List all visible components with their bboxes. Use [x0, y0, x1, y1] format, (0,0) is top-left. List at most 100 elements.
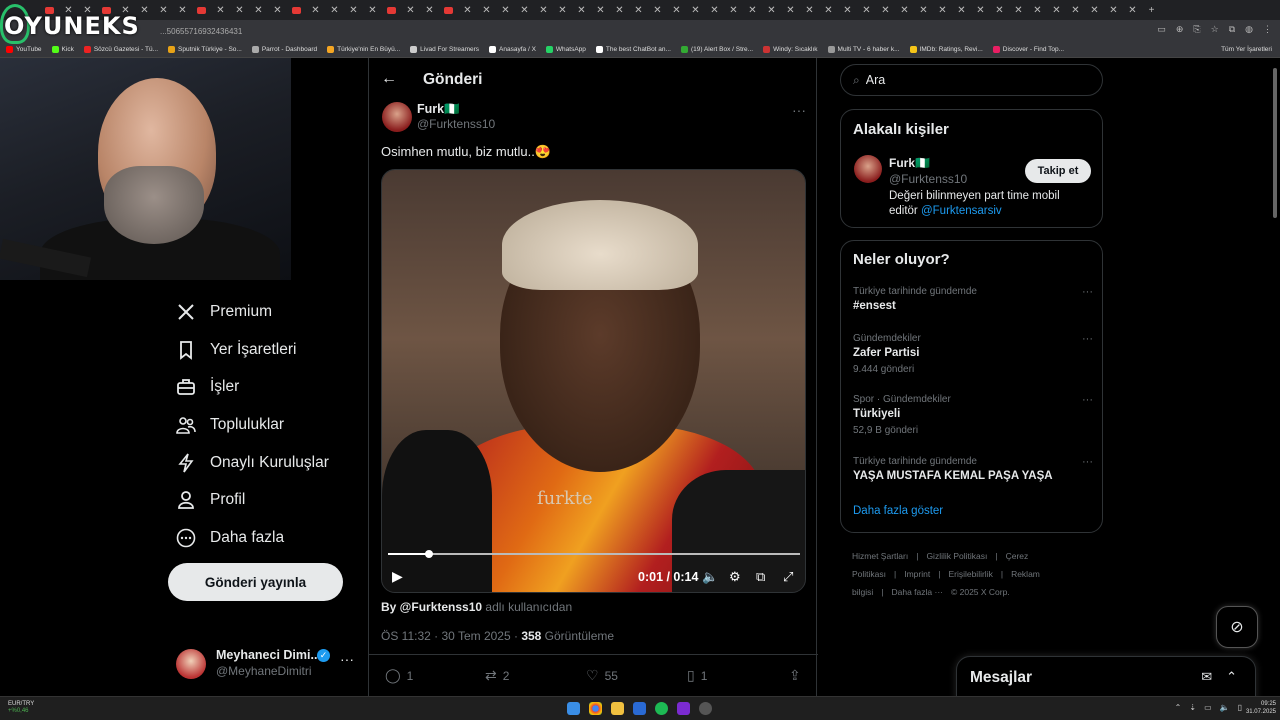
bookmark-item[interactable]: Parrot - Dashboard — [251, 46, 317, 53]
chrome-icon[interactable] — [589, 702, 602, 715]
new-tab-button[interactable]: + — [1142, 0, 1161, 20]
browser-tab[interactable]: ✕ — [249, 0, 268, 20]
browser-tab[interactable]: ✕ — [971, 0, 990, 20]
clock[interactable]: 09:25 31.07.2025 — [1246, 700, 1276, 716]
browser-tab[interactable]: ✕ — [572, 0, 591, 20]
follow-button[interactable]: Takip et — [1025, 159, 1091, 183]
more-dots-icon[interactable]: ··· — [1082, 286, 1093, 298]
browser-tab[interactable]: ✕ — [1066, 0, 1085, 20]
all-bookmarks[interactable]: Tüm Yer İşaretleri — [1221, 46, 1272, 53]
more-dots-icon[interactable]: ··· — [792, 102, 806, 118]
nav-verified-orgs[interactable]: Onaylı Kuruluşlar — [176, 453, 329, 473]
scrollbar[interactable] — [1272, 60, 1278, 700]
browser-tab[interactable]: ✕ — [648, 0, 667, 20]
more-dots-icon[interactable]: ··· — [1082, 333, 1093, 345]
nav-communities[interactable]: Topluluklar — [176, 415, 284, 435]
browser-tab[interactable]: ✕ — [344, 0, 363, 20]
footer-link[interactable]: Erişilebilirlik — [948, 569, 992, 579]
browser-tab[interactable]: ✕ — [781, 0, 800, 20]
bookmark-item[interactable]: Türkiye'nin En Büyü... — [327, 46, 400, 53]
spotify-icon[interactable] — [655, 702, 668, 715]
browser-tab[interactable]: ✕ — [952, 0, 971, 20]
cast-icon[interactable]: ▭ — [1157, 24, 1166, 35]
browser-tab[interactable]: ✕ — [173, 0, 192, 20]
browser-tab[interactable]: ✕ — [211, 0, 230, 20]
address-bar[interactable]: ...50655716932436431 ▭ ⊕ ⎘ ☆ ⧉ ◍ ⋮ — [0, 20, 1280, 42]
grok-icon[interactable]: ⊘ — [1216, 606, 1258, 648]
nav-more[interactable]: Daha fazla — [176, 528, 284, 548]
browser-tab[interactable]: ✕ — [857, 0, 876, 20]
browser-tab[interactable]: ✕ — [1047, 0, 1066, 20]
browser-tab[interactable]: ✕ — [1123, 0, 1142, 20]
search-input[interactable] — [865, 73, 1066, 87]
show-more-link[interactable]: Daha fazla göster — [853, 505, 943, 517]
more-dots-icon[interactable]: ··· — [1082, 456, 1093, 468]
zoom-icon[interactable]: ⊕ — [1176, 24, 1184, 35]
file-explorer-icon[interactable] — [611, 702, 624, 715]
bookmark-item[interactable]: Sözcü Gazetesi - Tü... — [83, 46, 158, 53]
search-box[interactable]: ⌕ — [840, 64, 1103, 96]
tray-chevron-icon[interactable]: ⌃ — [1175, 703, 1182, 712]
like-button[interactable]: ♡ 55 — [586, 667, 618, 684]
more-dots-icon[interactable]: ··· — [1082, 394, 1093, 406]
play-icon[interactable]: ▶ — [392, 568, 403, 585]
browser-tab[interactable]: ✕ — [154, 0, 173, 20]
repost-button[interactable]: ⇄ 2 — [485, 667, 509, 684]
settings-icon[interactable]: ⚙ — [729, 569, 741, 585]
volume-icon[interactable]: 🔈 — [702, 569, 718, 585]
profile-icon[interactable]: ◍ — [1245, 24, 1253, 35]
extensions-icon[interactable]: ⧉ — [1229, 24, 1235, 35]
browser-tab[interactable]: ✕ — [724, 0, 743, 20]
video-progress-bar[interactable] — [388, 550, 800, 558]
back-arrow-icon[interactable]: ← — [381, 70, 397, 88]
share-icon[interactable]: ⎘ — [1193, 24, 1200, 35]
bookmark-item[interactable]: WhatsApp — [545, 46, 586, 53]
bookmark-item[interactable]: Livad For Streamers — [410, 46, 479, 53]
browser-tab[interactable]: ✕ — [895, 0, 914, 20]
tweet-timestamp[interactable]: ÖS 11:32 · 30 Tem 2025 · — [381, 629, 521, 643]
browser-tab[interactable]: ✕ — [477, 0, 496, 20]
browser-tab[interactable]: ✕ — [496, 0, 515, 20]
attribution-user[interactable]: By @Furktenss10 — [381, 600, 482, 614]
nav-premium[interactable]: Premium — [176, 302, 272, 322]
browser-tab[interactable]: ✕ — [458, 0, 477, 20]
browser-tab[interactable]: ✕ — [420, 0, 439, 20]
tweet-author-handle[interactable]: @Furktenss10 — [417, 117, 495, 131]
avatar[interactable] — [854, 155, 882, 183]
browser-tab[interactable]: ✕ — [306, 0, 325, 20]
menu-icon[interactable]: ⋮ — [1263, 24, 1272, 35]
nav-profile[interactable]: Profil — [176, 490, 245, 510]
bookmark-item[interactable]: Sputnik Türkiye - So... — [168, 46, 242, 53]
footer-link[interactable]: © 2025 X Corp. — [951, 587, 1010, 597]
account-switcher[interactable]: Meyhaneci Dimi... ✓ @MeyhaneDimitri ··· — [176, 645, 356, 685]
trend-item[interactable]: Spor · Gündemdekiler Türkiyeli 52,9 B gö… — [853, 394, 1093, 436]
bookmark-item[interactable]: Kick — [51, 46, 74, 53]
bookmark-button[interactable]: ▯ 1 — [687, 667, 707, 684]
start-icon[interactable] — [567, 702, 580, 715]
browser-tab[interactable] — [439, 0, 458, 20]
bookmark-item[interactable]: (19) Alert Box / Stre... — [680, 46, 753, 53]
bookmark-item[interactable]: IMDb: Ratings, Revi... — [909, 46, 983, 53]
app-icon[interactable] — [699, 702, 712, 715]
bookmark-item[interactable]: Multi TV - 6 haber k... — [827, 46, 900, 53]
url-text[interactable]: ...50655716932436431 — [160, 27, 242, 36]
new-message-icon[interactable]: ✉ — [1201, 669, 1212, 685]
browser-tab[interactable]: ✕ — [800, 0, 819, 20]
browser-tab[interactable]: ✕ — [553, 0, 572, 20]
nav-bookmarks[interactable]: Yer İşaretleri — [176, 340, 296, 360]
expand-up-icon[interactable]: ⌃ — [1226, 669, 1237, 685]
stock-ticker[interactable]: EUR/TRY +%0,46 — [8, 701, 34, 715]
footer-link[interactable]: Imprint — [904, 569, 930, 579]
usb-icon[interactable]: ⇣ — [1189, 703, 1196, 712]
browser-tab[interactable]: ✕ — [230, 0, 249, 20]
volume-icon[interactable]: 🔈 — [1220, 703, 1230, 712]
browser-tab[interactable]: ✕ — [819, 0, 838, 20]
browser-tab[interactable]: ✕ — [401, 0, 420, 20]
browser-tab[interactable]: ✕ — [629, 0, 648, 20]
browser-tab[interactable]: ✕ — [1104, 0, 1123, 20]
tweet-author-name[interactable]: Furk🇳🇬 — [417, 102, 460, 117]
avatar[interactable] — [382, 102, 412, 132]
picture-in-picture-icon[interactable]: ⧉ — [756, 569, 765, 585]
video-player[interactable]: furkte ▶ 0:01 / 0:14 🔈 ⚙ ⧉ ⤢ — [381, 169, 806, 593]
app-icon[interactable] — [633, 702, 646, 715]
